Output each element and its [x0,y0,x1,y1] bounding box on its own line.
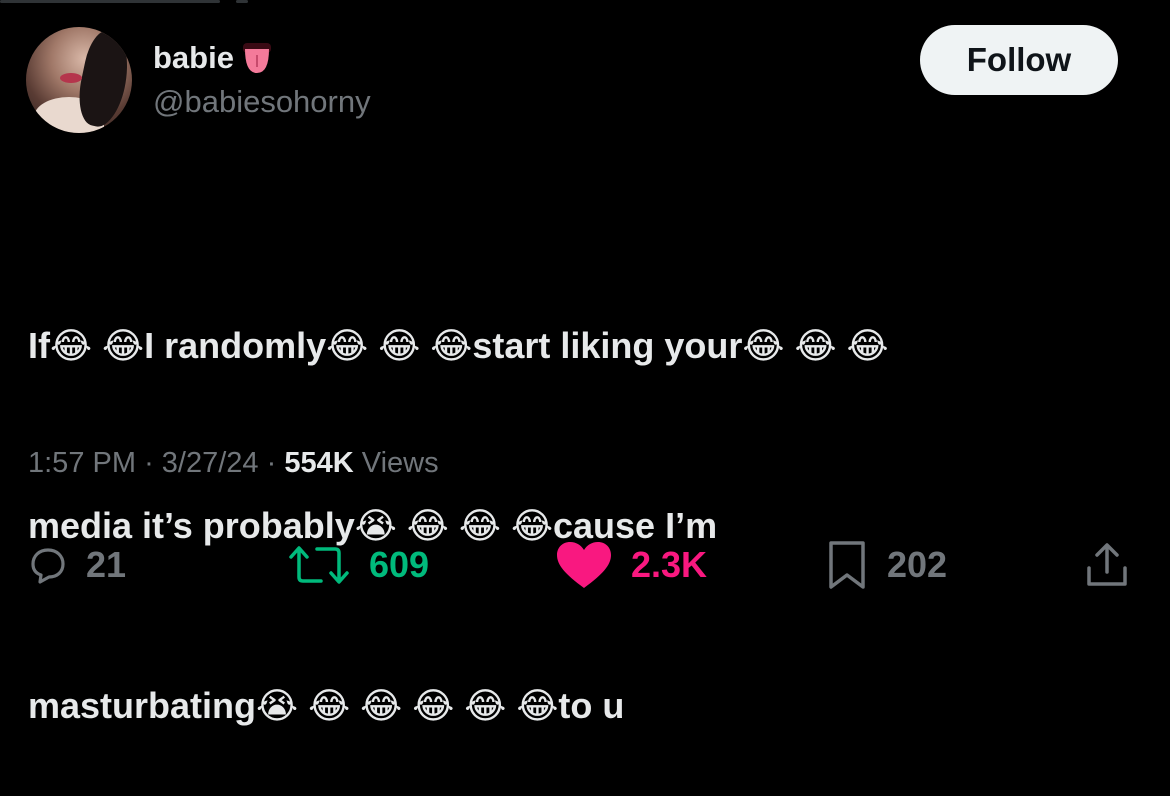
like-count: 2.3K [631,544,708,585]
repost-icon [289,546,349,584]
reply-icon [31,548,65,584]
views-count[interactable]: 554K [284,447,353,479]
meta-separator: · [266,447,277,479]
bookmark-icon [829,541,865,589]
repost-count: 609 [369,544,430,585]
tweet-text: If😂 😂I randomly😂 😂 😂start liking your😂 😂… [28,196,1138,796]
reply-count: 21 [86,544,127,585]
previous-post-divider [0,0,260,6]
tweet-meta: 1:57 PM · 3/27/24 · 554K Views [28,447,439,480]
reply-button[interactable]: 21 [28,530,126,600]
author-name-row[interactable]: babie [153,40,274,76]
author-handle[interactable]: @babiesohorny [153,84,371,120]
action-bar: 21 609 2.3K 202 [0,530,1170,600]
heart-icon [557,542,611,588]
views-label[interactable]: Views [362,447,439,479]
tweet-time[interactable]: 1:57 PM [28,447,136,479]
tweet-text-line: If😂 😂I randomly😂 😂 😂start liking your😂 😂… [28,325,889,366]
follow-button[interactable]: Follow [920,25,1118,95]
share-icon [1087,543,1127,586]
avatar[interactable] [26,27,132,133]
meta-separator: · [144,447,154,479]
tongue-emoji-icon [240,41,274,75]
tweet-date[interactable]: 3/27/24 [162,447,259,479]
tweet-text-line: masturbating😭 😂 😂 😂 😂 😂to u [28,685,625,726]
share-button[interactable] [1084,530,1130,600]
repost-button[interactable]: 609 [287,530,429,600]
author-display-name[interactable]: babie [153,40,234,76]
like-button[interactable]: 2.3K [555,530,707,600]
bookmark-count: 202 [887,544,948,585]
bookmark-button[interactable]: 202 [825,530,947,600]
